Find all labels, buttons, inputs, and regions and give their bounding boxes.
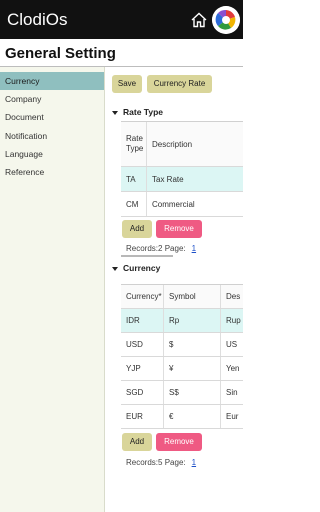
sidebar-item-language[interactable]: Language bbox=[0, 145, 104, 163]
cell-description: Rup bbox=[226, 316, 241, 325]
rate-type-grid: Rate Type Description TA Tax Rate CM Com… bbox=[121, 121, 243, 217]
column-header-symbol[interactable]: Symbol bbox=[164, 285, 221, 308]
column-header-rate-type[interactable]: Rate Type bbox=[121, 122, 147, 166]
currency-section-toggle[interactable]: Currency bbox=[112, 263, 160, 273]
page-label: Page: bbox=[164, 244, 186, 253]
column-header-description[interactable]: Description bbox=[147, 122, 243, 166]
sidebar-item-notification[interactable]: Notification bbox=[0, 127, 104, 145]
caret-down-icon bbox=[112, 110, 118, 115]
cell-description: Sin bbox=[226, 388, 238, 397]
page-link[interactable]: 1 bbox=[192, 244, 196, 253]
cell-description: Tax Rate bbox=[152, 174, 184, 184]
records-count: Records:2 bbox=[126, 244, 163, 253]
avatar[interactable] bbox=[212, 6, 240, 34]
column-header-currency[interactable]: Currency* bbox=[121, 285, 164, 308]
table-row[interactable]: SGD S$ Sin bbox=[121, 381, 243, 405]
currency-title: Currency bbox=[123, 263, 161, 273]
sidebar: Currency Company Document Notification L… bbox=[0, 67, 105, 512]
column-header-description[interactable]: Des bbox=[221, 285, 243, 308]
table-row[interactable]: TA Tax Rate bbox=[121, 167, 243, 192]
table-row[interactable]: CM Commercial bbox=[121, 192, 243, 217]
table-row[interactable]: IDR Rp Rup bbox=[121, 309, 243, 333]
cell-description: Yen bbox=[226, 364, 240, 373]
sidebar-item-company[interactable]: Company bbox=[0, 90, 104, 108]
cell-currency: YJP bbox=[121, 357, 164, 380]
remove-currency-button[interactable]: Remove bbox=[156, 433, 202, 451]
caret-down-icon bbox=[112, 266, 118, 271]
cell-symbol: ¥ bbox=[164, 357, 221, 380]
table-row[interactable]: EUR € Eur bbox=[121, 405, 243, 429]
sidebar-item-currency[interactable]: Currency bbox=[0, 72, 104, 90]
add-rate-type-button[interactable]: Add bbox=[122, 220, 152, 238]
cell-symbol: S$ bbox=[164, 381, 221, 404]
rate-type-section-toggle[interactable]: Rate Type bbox=[112, 107, 163, 117]
cell-currency: SGD bbox=[121, 381, 164, 404]
table-header-row: Rate Type Description bbox=[121, 122, 243, 167]
cell-symbol: Rp bbox=[164, 309, 221, 332]
cell-currency: EUR bbox=[121, 405, 164, 428]
home-icon[interactable] bbox=[190, 11, 208, 29]
sidebar-item-document[interactable]: Document bbox=[0, 108, 104, 126]
cell-description: Commercial bbox=[152, 199, 195, 209]
add-currency-button[interactable]: Add bbox=[122, 433, 152, 451]
horizontal-scrollbar[interactable] bbox=[121, 255, 173, 257]
table-row[interactable]: YJP ¥ Yen bbox=[121, 357, 243, 381]
sidebar-item-reference[interactable]: Reference bbox=[0, 163, 104, 181]
records-count: Records:5 bbox=[126, 458, 163, 467]
currency-rate-button[interactable]: Currency Rate bbox=[147, 75, 212, 93]
rate-type-pager: Records:2 Page: 1 bbox=[126, 244, 196, 253]
cell-description: US bbox=[226, 340, 238, 349]
table-row[interactable]: USD $ US bbox=[121, 333, 243, 357]
cell-symbol: $ bbox=[164, 333, 221, 356]
save-button[interactable]: Save bbox=[112, 75, 142, 93]
currency-pager: Records:5 Page: 1 bbox=[126, 458, 196, 467]
page-link[interactable]: 1 bbox=[192, 458, 196, 467]
page-title: General Setting bbox=[5, 45, 116, 62]
page-label: Page: bbox=[164, 458, 186, 467]
cell-rate-type: CM bbox=[121, 192, 147, 216]
cell-symbol: € bbox=[164, 405, 221, 428]
app-title: ClodiOs bbox=[7, 10, 68, 29]
cell-rate-type: TA bbox=[121, 167, 147, 191]
cell-description: Eur bbox=[226, 412, 239, 421]
cell-currency: USD bbox=[121, 333, 164, 356]
table-header-row: Currency* Symbol Des bbox=[121, 285, 243, 309]
cell-currency: IDR bbox=[121, 309, 164, 332]
top-bar: ClodiOs bbox=[0, 0, 243, 39]
currency-grid: Currency* Symbol Des IDR Rp Rup USD $ US… bbox=[121, 284, 243, 429]
rate-type-title: Rate Type bbox=[123, 107, 163, 117]
remove-rate-type-button[interactable]: Remove bbox=[156, 220, 202, 238]
avatar-icon bbox=[212, 6, 240, 34]
